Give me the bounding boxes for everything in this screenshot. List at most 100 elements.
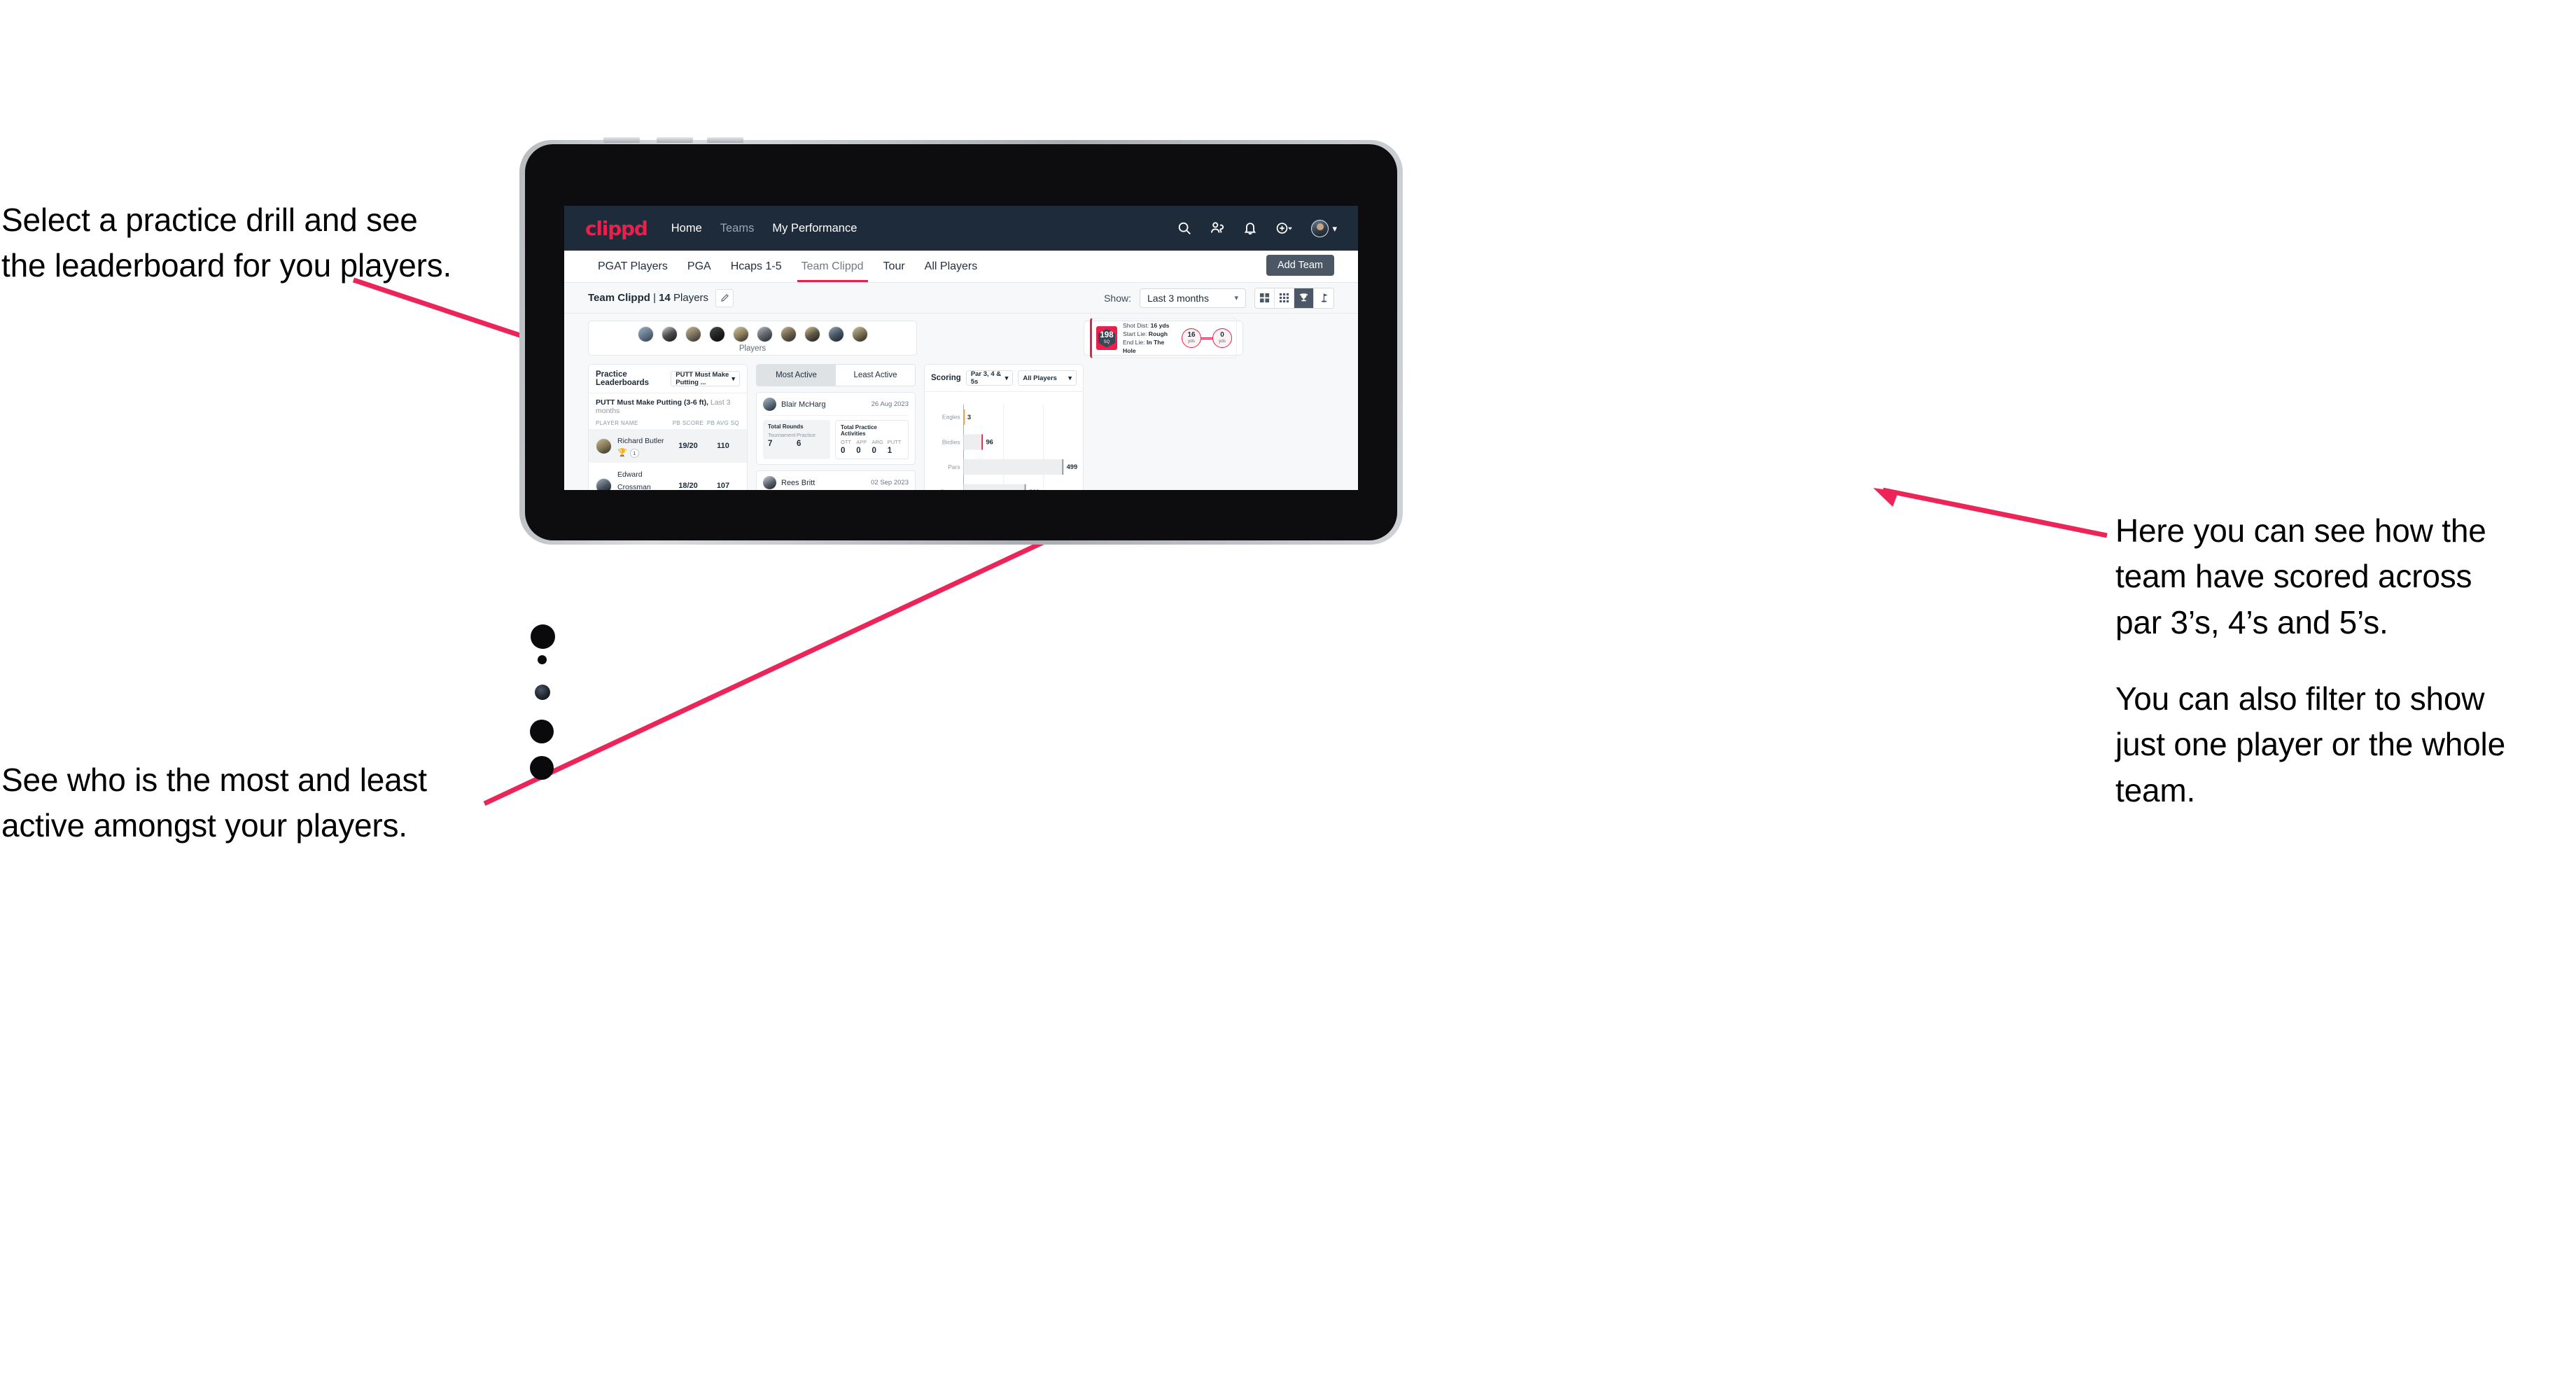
avatar[interactable] <box>804 326 820 342</box>
scoring-chart-svg: Eagles3Birdies96Pars499Bogeys311D. Bogey… <box>941 405 1077 490</box>
pb-score-value: 18/20 <box>678 482 698 490</box>
user-menu[interactable]: ▾ <box>1311 219 1337 237</box>
avatar <box>763 398 776 411</box>
annotation-line: Select a practice drill and see <box>1 202 418 238</box>
player-filter-select[interactable]: All Players ▾ <box>1018 370 1077 386</box>
app-label: APP <box>856 439 867 445</box>
leaderboard-player: Edward Crossman 🏆 2 <box>617 468 670 490</box>
drill-name: PUTT Must Make Putting (3-6 ft), <box>596 398 708 407</box>
arg-label: ARG <box>872 439 883 445</box>
tablet-screen: clippd Home Teams My Performance ▾ PGAT … <box>564 206 1358 490</box>
tournament-stat: Tournament 7 <box>768 432 797 448</box>
team-name: Team Clippd <box>588 292 650 304</box>
avatar[interactable] <box>827 326 844 342</box>
section-tabbar: PGAT Players PGA Hcaps 1-5 Team Clippd T… <box>564 251 1358 283</box>
bell-icon[interactable] <box>1242 220 1258 236</box>
svg-text:311: 311 <box>1029 488 1040 490</box>
trophy-icon: 🏆 <box>617 449 627 457</box>
putt-value: 1 <box>887 447 892 455</box>
svg-text:Eagles: Eagles <box>942 414 960 421</box>
pencil-icon[interactable] <box>715 288 734 307</box>
brand-logo[interactable]: clippd <box>585 217 648 240</box>
trophy-icon[interactable] <box>1294 288 1314 308</box>
tab-hcaps-1-5[interactable]: Hcaps 1-5 <box>721 251 792 282</box>
filterbar-right: Show: Last 3 months ▾ <box>1104 287 1334 309</box>
grid-large-icon[interactable] <box>1255 288 1275 308</box>
end-distance-marker: 0 yds <box>1212 328 1232 348</box>
volume-button-1[interactable] <box>603 137 640 143</box>
col-player-name: PLAYER NAME <box>596 420 638 426</box>
avatar[interactable] <box>851 326 868 342</box>
annotation-line: team have scored across <box>2115 558 2472 595</box>
start-distance-value: 16 <box>1187 331 1196 340</box>
sensor-dot-icon <box>530 720 554 743</box>
end-distance-unit: yds <box>1218 339 1226 344</box>
volume-button-2[interactable] <box>657 137 693 143</box>
annotation-paragraph: You can also filter to show just one pla… <box>2115 676 2570 813</box>
middle-row: Practice Leaderboards PUTT Must Make Put… <box>588 364 1334 490</box>
nav-links: Home Teams My Performance <box>671 222 858 235</box>
search-icon[interactable] <box>1177 220 1192 236</box>
tab-team-clippd[interactable]: Team Clippd <box>792 251 874 282</box>
tab-tour[interactable]: Tour <box>874 251 915 282</box>
table-row[interactable]: Edward Crossman 🏆 2 18/20 107 <box>589 463 747 490</box>
table-row[interactable]: Richard Butler 🏆 1 19/20 110 <box>589 429 747 463</box>
chevron-down-icon: ▾ <box>1004 374 1009 382</box>
flag-icon[interactable] <box>1314 288 1334 308</box>
list-item[interactable]: Blair McHarg 26 Aug 2023 Total Rounds To… <box>756 392 916 465</box>
total-rounds-box: Total Rounds Tournament 7 Practice 6 <box>763 420 830 459</box>
nav-right-group: ▾ <box>1177 219 1337 237</box>
end-lie-line: End Lie: In The Hole <box>1123 338 1176 355</box>
par-filter-select[interactable]: Par 3, 4 & 5s ▾ <box>965 370 1014 386</box>
start-distance-unit: yds <box>1187 339 1196 344</box>
nav-link-home[interactable]: Home <box>671 222 702 235</box>
nav-link-teams[interactable]: Teams <box>720 222 755 235</box>
plus-circle-icon[interactable] <box>1275 220 1294 236</box>
tab-all-players[interactable]: All Players <box>915 251 988 282</box>
practice-stat: Practice 6 <box>797 432 825 448</box>
annotation-bottom-left: See who is the most and least active amo… <box>1 757 526 849</box>
rank-badge: 1 <box>629 449 639 458</box>
tab-pgat-players[interactable]: PGAT Players <box>588 251 678 282</box>
shot-inner: 198 SQ Shot Dist: 16 yds Start Lie: Roug… <box>1090 317 1237 359</box>
avatar[interactable] <box>732 326 749 342</box>
shot-dist-label: Shot Dist: <box>1123 321 1149 329</box>
avatar[interactable] <box>780 326 797 342</box>
app-stat: APP 0 <box>856 439 872 455</box>
drill-select[interactable]: PUTT Must Make Putting ... ▾ <box>671 371 740 386</box>
avatar[interactable] <box>637 326 654 342</box>
tournament-value: 7 <box>768 440 773 448</box>
ott-stat: OTT 0 <box>841 439 856 455</box>
avatar[interactable] <box>685 326 701 342</box>
player-name: Blair McHarg <box>781 400 826 409</box>
practice-columns: OTT 0 APP 0 ARG 0 PUTT 1 <box>841 439 903 455</box>
people-icon[interactable] <box>1210 220 1225 236</box>
grid-small-icon[interactable] <box>1275 288 1294 308</box>
activity-date: 02 Sep 2023 <box>871 479 909 486</box>
date-range-select[interactable]: Last 3 months ▾ <box>1140 288 1246 308</box>
leaderboard-header: Practice Leaderboards PUTT Must Make Put… <box>589 365 747 393</box>
nav-link-my-performance[interactable]: My Performance <box>772 222 857 235</box>
avatar <box>763 476 776 489</box>
separator: | <box>653 292 656 304</box>
shot-dist-line: Shot Dist: 16 yds <box>1123 321 1176 330</box>
ott-label: OTT <box>841 439 851 445</box>
practice-activities-box: Total Practice Activities OTT 0 APP 0 AR… <box>835 420 909 459</box>
power-button[interactable] <box>707 137 743 143</box>
players-label: Players <box>738 344 766 353</box>
putt-label: PUTT <box>887 439 902 445</box>
tab-pga[interactable]: PGA <box>678 251 721 282</box>
hexagon-icon: 198 SQ <box>1098 328 1115 348</box>
team-filterbar: Team Clippd | 14 Players Show: Last 3 mo… <box>564 283 1358 314</box>
avatar[interactable] <box>661 326 678 342</box>
tab-least-active[interactable]: Least Active <box>836 365 915 386</box>
annotation-paragraph: Here you can see how the team have score… <box>2115 508 2570 645</box>
add-team-button[interactable]: Add Team <box>1266 255 1334 276</box>
col-pb-avg-sq: PB AVG SQ <box>706 420 740 426</box>
avatar[interactable] <box>708 326 725 342</box>
list-item[interactable]: Rees Britt 02 Sep 2023 Total Rounds Tour… <box>756 470 916 490</box>
avatar[interactable] <box>756 326 773 342</box>
tab-most-active[interactable]: Most Active <box>757 365 836 386</box>
app-value: 0 <box>856 447 861 455</box>
shot-dist-value: 16 yds <box>1150 321 1170 329</box>
